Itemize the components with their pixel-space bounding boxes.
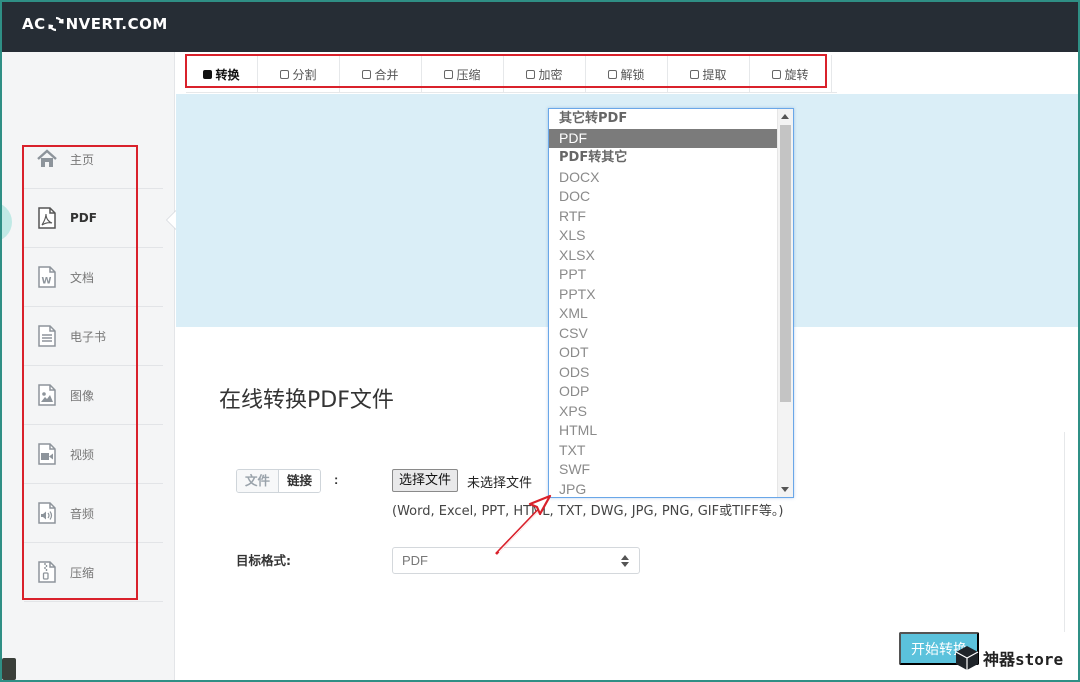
ebook-icon	[38, 325, 56, 347]
checkbox-icon	[362, 69, 372, 79]
dropdown-option[interactable]: ODS	[549, 363, 777, 383]
dropdown-option[interactable]: DOC	[549, 187, 777, 207]
corner-widget	[2, 658, 16, 680]
sidebar-item-label: 文档	[70, 270, 95, 285]
page-title: 在线转换PDF文件	[219, 388, 394, 413]
choose-file-button[interactable]: 选择文件	[392, 469, 459, 492]
word-document-icon: W	[38, 266, 56, 288]
dropdown-option[interactable]: HTML	[549, 421, 777, 441]
home-icon	[37, 149, 57, 167]
cube-logo-icon	[955, 646, 979, 670]
checkbox-icon	[690, 69, 700, 79]
active-indicator-arrow	[166, 210, 176, 230]
dropdown-option[interactable]: SWF	[549, 460, 777, 480]
tab-label: 压缩	[456, 67, 481, 82]
sidebar-item-pdf[interactable]: PDF	[24, 189, 163, 248]
sidebar-item-label: 图像	[70, 388, 95, 403]
tab-label: 分割	[292, 67, 317, 82]
option-group-header: PDF转其它	[559, 150, 628, 165]
dropdown-option[interactable]: RTF	[549, 207, 777, 227]
pdf-file-icon	[38, 207, 56, 229]
tab-encrypt[interactable]: 加密	[504, 55, 586, 93]
target-format-value: PDF	[402, 553, 428, 568]
sidebar-item-label: 电子书	[70, 329, 107, 344]
sidebar-item-label: PDF	[70, 211, 97, 225]
tab-compress[interactable]: 压缩	[422, 55, 504, 93]
target-format-label: 目标格式:	[236, 553, 291, 568]
sidebar-item-home[interactable]: 主页	[24, 130, 163, 189]
sidebar-item-label: 音频	[70, 506, 95, 521]
tab-label: 旋转	[784, 67, 809, 82]
dropdown-option[interactable]: DOCX	[549, 168, 777, 188]
dropdown-option[interactable]: CSV	[549, 324, 777, 344]
tab-label: 加密	[538, 67, 563, 82]
tab-label: 合并	[374, 67, 399, 82]
tab-label: 提取	[702, 67, 727, 82]
tab-unlock[interactable]: 解锁	[586, 55, 668, 93]
source-tab-link[interactable]: 链接	[279, 470, 321, 492]
sidebar-item-document[interactable]: W 文档	[24, 248, 163, 307]
logo-text-right: NVERT.COM	[65, 15, 168, 33]
tab-split[interactable]: 分割	[258, 55, 340, 93]
svg-text:W: W	[42, 277, 52, 287]
dropdown-option[interactable]: XPS	[549, 402, 777, 422]
source-colon: :	[334, 472, 339, 487]
archive-icon	[38, 561, 56, 583]
checkbox-icon	[203, 69, 213, 79]
sidebar-item-ebook[interactable]: 电子书	[24, 307, 163, 366]
checkbox-icon	[608, 69, 618, 79]
tab-label: 解锁	[620, 67, 645, 82]
sidebar-item-label: 压缩	[70, 565, 95, 580]
logo-text-left: AC	[22, 15, 46, 33]
dropdown-scrollbar[interactable]	[777, 109, 793, 497]
annotation-arrow-icon	[495, 494, 552, 555]
dropdown-option-selected[interactable]: PDF	[549, 128, 777, 148]
tab-extract[interactable]: 提取	[668, 55, 750, 93]
dropdown-option[interactable]: PPTX	[549, 285, 777, 305]
tab-label: 转换	[215, 67, 240, 82]
sidebar-item-label: 视频	[70, 447, 95, 462]
dropdown-option[interactable]: XLSX	[549, 246, 777, 266]
sidebar-item-video[interactable]: 视频	[24, 425, 163, 484]
source-tab-file[interactable]: 文件	[237, 470, 280, 492]
option-group-header: 其它转PDF	[559, 111, 628, 126]
no-file-status: 未选择文件	[467, 476, 533, 491]
dropdown-option[interactable]: XML	[549, 304, 777, 324]
sidebar-item-audio[interactable]: 音频	[24, 484, 163, 543]
dropdown-option[interactable]: PPT	[549, 265, 777, 285]
divider	[1064, 432, 1065, 632]
tab-rotate[interactable]: 旋转	[750, 55, 832, 93]
image-icon	[38, 384, 56, 406]
dropdown-option[interactable]: ODP	[549, 382, 777, 402]
video-icon	[38, 443, 56, 465]
sync-icon	[48, 16, 64, 32]
format-dropdown-list[interactable]: 其它转PDF PDF PDF转其它 DOCX DOC RTF XLS XLSX …	[548, 108, 794, 498]
scroll-down-icon[interactable]	[781, 487, 789, 492]
sidebar-item-image[interactable]: 图像	[24, 366, 163, 425]
dropdown-option[interactable]: XLS	[549, 226, 777, 246]
audio-icon	[38, 502, 56, 524]
checkbox-icon	[526, 69, 536, 79]
sidebar-toggle-handle[interactable]	[0, 202, 12, 242]
sidebar-item-archive[interactable]: 压缩	[24, 543, 163, 602]
watermark-text: 神器store	[983, 650, 1064, 669]
dropdown-option[interactable]: JPG	[549, 480, 777, 498]
tab-merge[interactable]: 合并	[340, 55, 422, 93]
dropdown-option[interactable]: ODT	[549, 343, 777, 363]
top-navbar: AC NVERT.COM	[0, 0, 1080, 52]
checkbox-icon	[772, 69, 782, 79]
checkbox-icon	[444, 69, 454, 79]
scroll-up-icon[interactable]	[781, 114, 789, 119]
supported-formats-hint: (Word, Excel, PPT, HTML, TXT, DWG, JPG, …	[392, 504, 784, 519]
checkbox-icon	[280, 69, 290, 79]
site-logo[interactable]: AC NVERT.COM	[22, 15, 168, 33]
tab-convert[interactable]: 转换	[186, 55, 258, 93]
select-arrows-icon	[621, 555, 629, 567]
source-toggle: 文件 链接	[236, 469, 322, 493]
watermark: 神器store	[955, 645, 1063, 671]
pdf-tool-tabs: 转换 分割 合并 压缩 加密 解锁 提取 旋转	[186, 55, 837, 93]
scrollbar-thumb[interactable]	[780, 125, 791, 402]
dropdown-option[interactable]: TXT	[549, 441, 777, 461]
sidebar-item-label: 主页	[70, 152, 95, 167]
